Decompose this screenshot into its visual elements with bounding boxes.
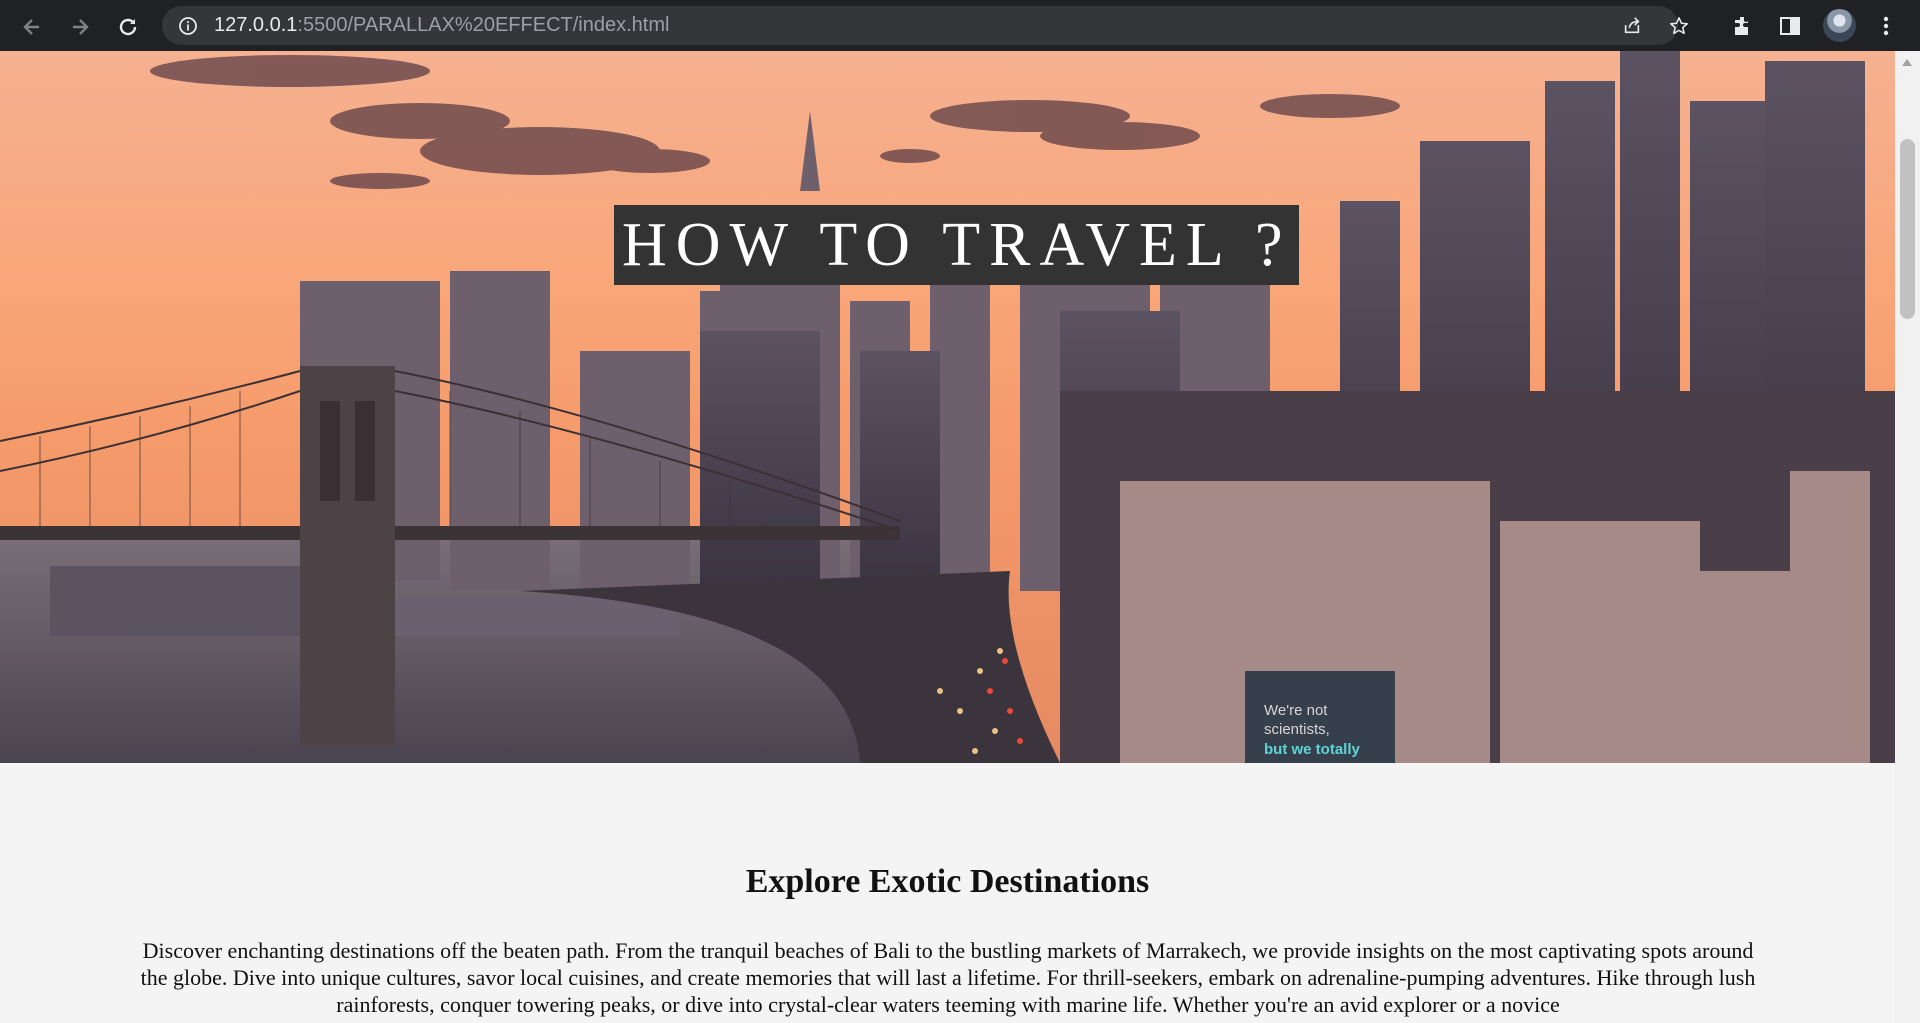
side-panel-icon[interactable] bbox=[1777, 13, 1803, 39]
share-icon[interactable] bbox=[1622, 16, 1642, 36]
section-paragraph: Discover enchanting destinations off the… bbox=[140, 938, 1756, 1017]
back-arrow-icon bbox=[23, 19, 39, 35]
back-button[interactable] bbox=[17, 12, 47, 42]
billboard-line-1: We're not bbox=[1264, 702, 1328, 719]
forward-arrow-icon bbox=[73, 19, 89, 35]
bookmark-star-icon[interactable] bbox=[1669, 16, 1689, 36]
more-menu-icon[interactable] bbox=[1873, 13, 1899, 39]
reload-button[interactable] bbox=[113, 12, 143, 42]
forward-button[interactable] bbox=[65, 12, 95, 42]
hero-section: We're not scientists, but we totally HOW… bbox=[0, 51, 1895, 763]
url-text[interactable]: 127.0.0.1:5500/PARALLAX%20EFFECT/index.h… bbox=[214, 14, 669, 36]
extensions-icon[interactable] bbox=[1730, 13, 1756, 39]
reload-icon bbox=[119, 18, 137, 36]
url-host: 127.0.0.1 bbox=[214, 14, 298, 36]
section-heading: Explore Exotic Destinations bbox=[745, 863, 1150, 900]
site-info-icon[interactable] bbox=[178, 16, 198, 36]
browser-toolbar: 127.0.0.1:5500/PARALLAX%20EFFECT/index.h… bbox=[0, 0, 1920, 51]
billboard-line-2: scientists, bbox=[1264, 721, 1330, 738]
billboard-line-3: but we totally bbox=[1264, 741, 1360, 758]
scrollbar-thumb[interactable] bbox=[1900, 139, 1915, 319]
address-bar[interactable]: 127.0.0.1:5500/PARALLAX%20EFFECT/index.h… bbox=[162, 6, 1688, 45]
url-path: :5500/PARALLAX%20EFFECT/index.html bbox=[297, 14, 670, 36]
scroll-up-arrow-icon[interactable] bbox=[1902, 59, 1912, 66]
city-skyline-image: We're not scientists, but we totally bbox=[0, 51, 1895, 763]
vertical-scrollbar[interactable] bbox=[1895, 51, 1920, 1023]
hero-title: HOW TO TRAVEL ? bbox=[614, 205, 1300, 285]
profile-avatar[interactable] bbox=[1823, 9, 1856, 42]
